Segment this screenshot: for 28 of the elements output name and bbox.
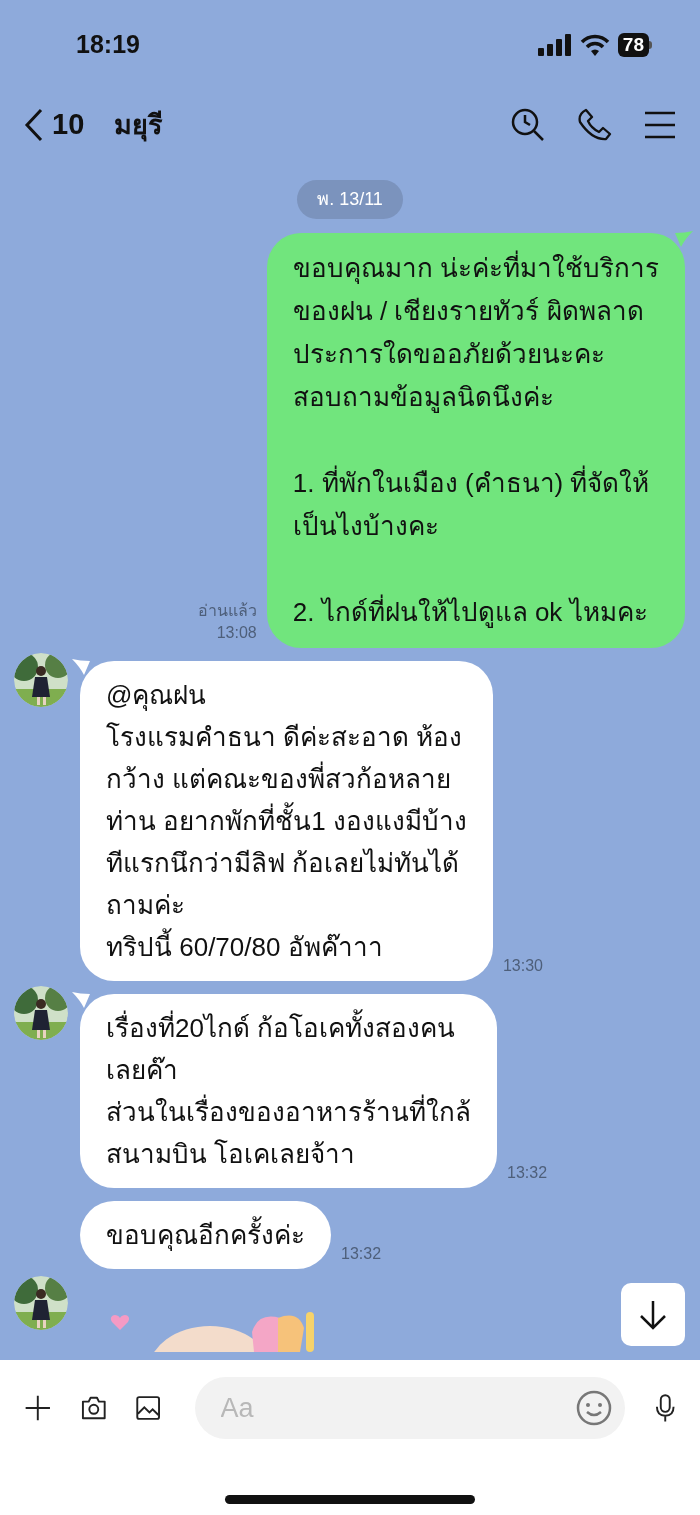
bubble-tail bbox=[72, 992, 90, 1008]
bubble-tail bbox=[72, 659, 90, 675]
message-text: @คุณฝน โรงแรมคำธนา ดีค่ะสะอาด ห้อง กว้าง แต่คณะของพี่สวก้อหลาย ท่าน อยากพักที่ชั้น1 งองแงมีบ้าง ทีแรกนึกว่ามีลิฟ ก้อเลยไม่ทันได้ ถามค่ะ ทริปนี้ 60/70/80 อัพค๊าาา bbox=[106, 679, 467, 964]
date-badge: พ. 13/11 bbox=[297, 180, 403, 219]
bubble-tail bbox=[675, 231, 693, 247]
back-icon bbox=[24, 108, 44, 142]
battery-level: 78 bbox=[617, 33, 649, 57]
wifi-icon bbox=[579, 34, 610, 56]
message-time: 13:32 bbox=[507, 1163, 548, 1183]
message-field[interactable]: Aa bbox=[194, 1377, 625, 1439]
phone-icon[interactable] bbox=[578, 108, 612, 142]
scroll-down-button[interactable] bbox=[621, 1283, 685, 1346]
arrow-down-icon bbox=[639, 1299, 667, 1330]
back-button[interactable]: 10 bbox=[24, 103, 85, 147]
message-time: 13:30 bbox=[502, 956, 543, 976]
search-icon[interactable] bbox=[510, 107, 546, 143]
emoji-icon[interactable] bbox=[574, 1389, 613, 1427]
status-time: 18:19 bbox=[76, 29, 140, 61]
message-text: เรื่องที่20ไกด์ ก้อโอเคทั้งสองคน เลยค๊า ส่วนในเรื่องของอาหารร้านที่ใกล้ สนามบิน โอเคเลยจ้าา bbox=[106, 1007, 471, 1175]
message-time: 13:08 bbox=[216, 623, 257, 643]
signal-icon bbox=[537, 34, 572, 56]
message-text: ขอบคุณอีกครั้งค่ะ bbox=[106, 1214, 305, 1256]
read-receipt: อ่านแล้ว bbox=[197, 601, 257, 621]
menu-icon[interactable] bbox=[644, 111, 676, 139]
message-text: ขอบคุณมาก น่ะค่ะที่มาใช้บริการ ของฝน / เชียงรายทัวร์ ผิดพลาด ประการใดขออภัยด้วยนะคะ สอบถามข้อมูลนิดนึงค่ะ 1. ที่พักในเมือง (คำธนา) ที่จัดให้ เป็นไงบ้างคะ 2. ไกด์ที่ฝนให้ไปดูแล ok ไหมคะ bbox=[292, 247, 659, 634]
contact-name: มยุรี bbox=[114, 108, 164, 144]
message-input[interactable]: Aa bbox=[220, 1387, 575, 1429]
message-time: 13:32 bbox=[341, 1244, 382, 1264]
